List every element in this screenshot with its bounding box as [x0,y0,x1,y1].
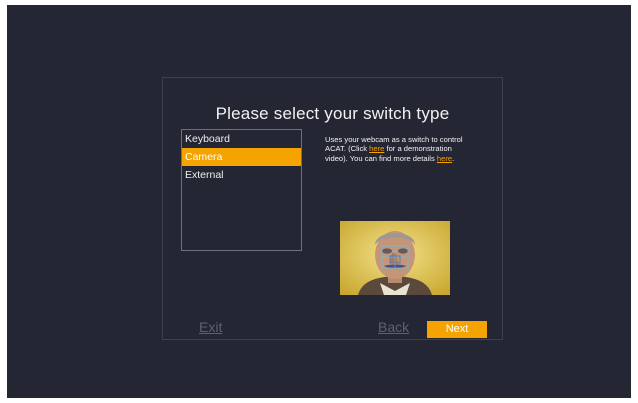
switch-type-dialog: Please select your switch type Keyboard … [162,77,503,340]
list-item-external[interactable]: External [182,166,301,184]
more-details-link[interactable]: here [437,154,452,163]
switch-type-list[interactable]: Keyboard Camera External [181,129,302,251]
camera-preview-image [340,221,450,295]
app-window: Please select your switch type Keyboard … [7,5,631,398]
next-button[interactable]: Next [427,321,487,338]
back-button[interactable]: Back [378,319,409,335]
description-text-3: . [452,153,455,163]
switch-description: Uses your webcam as a switch to control … [325,135,475,163]
list-item-keyboard[interactable]: Keyboard [182,130,301,148]
dialog-title: Please select your switch type [215,104,450,123]
demo-video-link[interactable]: here [369,144,384,153]
face-tracking-photo [340,221,450,295]
exit-button[interactable]: Exit [199,319,222,335]
list-item-camera[interactable]: Camera [182,148,301,166]
